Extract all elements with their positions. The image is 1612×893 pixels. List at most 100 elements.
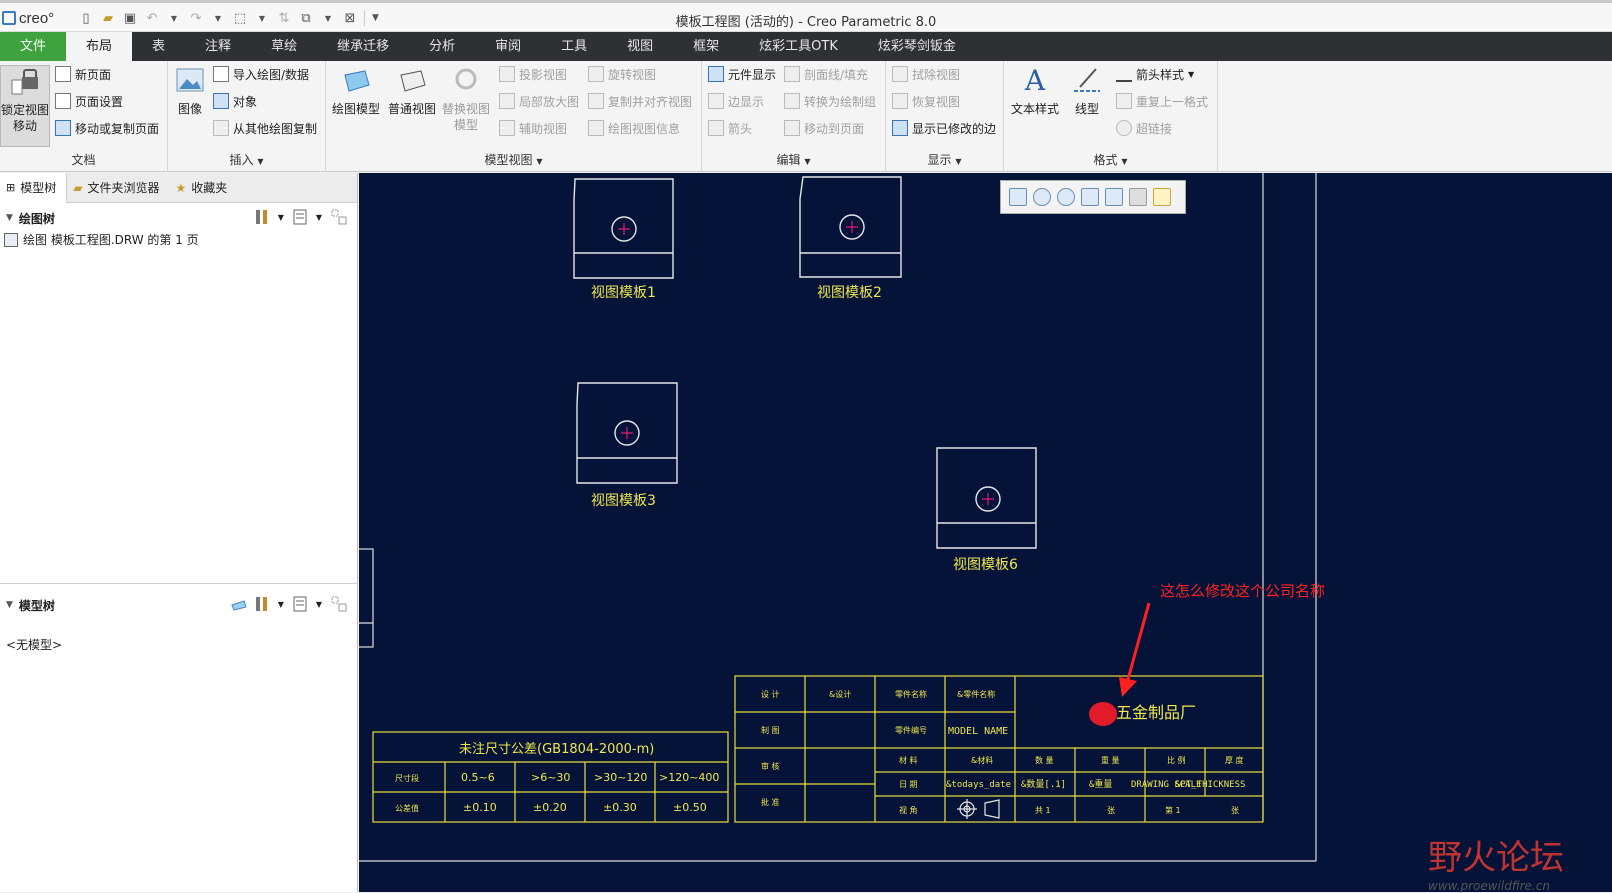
group-insert-label[interactable]: 插入 ▼ (168, 151, 325, 168)
component-display-button[interactable]: 元件显示 (708, 63, 776, 85)
filter-icon[interactable] (330, 208, 347, 226)
model-tree-empty: <无模型> (6, 638, 63, 652)
resume-view-button[interactable]: 恢复视图 (892, 90, 960, 112)
detailed-view-button[interactable]: 局部放大图 (499, 90, 579, 112)
page-setup-icon (55, 93, 71, 109)
tools-dropdown-icon[interactable]: ▼ (278, 213, 284, 222)
display-style-icon[interactable] (1105, 188, 1123, 206)
tab-view[interactable]: 视图 (607, 32, 673, 61)
repaint-icon[interactable] (1081, 188, 1099, 206)
tab-analysis[interactable]: 分析 (409, 32, 475, 61)
tab-review[interactable]: 审阅 (475, 32, 541, 61)
group-edit-label[interactable]: 编辑 ▼ (702, 151, 885, 168)
collapse-arrow-icon[interactable]: ▼ (6, 600, 13, 610)
redaction-mark (1089, 702, 1117, 726)
group-display-label-text: 显示 (927, 153, 952, 167)
general-view-button[interactable]: 普通视图 (386, 65, 438, 117)
edge-display-button[interactable]: 边显示 (708, 90, 764, 112)
ribbon-tab-bar: 文件 布局 表 注释 草绘 继承迁移 分析 审阅 工具 视图 框架 炫彩工具OT… (0, 32, 1612, 61)
settings-icon[interactable] (292, 208, 308, 226)
group-model-views-label[interactable]: 模型视图 ▼ (326, 151, 701, 168)
layer-icon[interactable] (230, 595, 247, 613)
drawing-tree-item[interactable]: 绘图 模板工程图.DRW 的第 1 页 (4, 231, 199, 248)
tab-model-tree[interactable]: ⊞ 模型树 (0, 173, 68, 203)
arrow-style-button[interactable]: 箭头样式 ▼ (1116, 63, 1194, 85)
panel-divider[interactable] (0, 583, 358, 584)
move-to-page-button[interactable]: 移动到页面 (784, 117, 864, 139)
text-style-button[interactable]: A 文本样式 (1008, 65, 1062, 117)
import-drawing-button[interactable]: 导入绘图/数据 (213, 63, 309, 85)
tab-folder-browser[interactable]: ▰ 文件夹浏览器 (67, 173, 169, 203)
detailed-view-label: 局部放大图 (519, 94, 580, 109)
collapse-arrow-icon[interactable]: ▼ (6, 213, 13, 223)
projection-view-button[interactable]: 投影视图 (499, 63, 567, 85)
saved-views-icon[interactable] (1129, 188, 1147, 206)
model-tree-header[interactable]: ▼ 模型树 ▼ ▼ (0, 592, 358, 618)
tb-part-no: 零件编号 (895, 725, 927, 735)
view-template-2[interactable]: 视图模板2 (799, 176, 902, 301)
tab-annotate[interactable]: 注释 (185, 32, 251, 61)
revolved-view-button[interactable]: 旋转视图 (588, 63, 656, 85)
line-style-button[interactable]: 线型 (1064, 65, 1110, 117)
convert-draft-group-button[interactable]: 转换为绘制组 (784, 90, 876, 112)
tab-favorites[interactable]: ★ 收藏夹 (169, 173, 237, 203)
tab-framework[interactable]: 框架 (673, 32, 739, 61)
tab-table[interactable]: 表 (132, 32, 185, 61)
settings-icon[interactable] (292, 595, 308, 613)
refit-icon[interactable] (1009, 188, 1027, 206)
group-format-label[interactable]: 格式 ▼ (1004, 151, 1217, 168)
new-page-button[interactable]: 新页面 (55, 63, 111, 85)
view-template-6[interactable]: 视图模板6 (936, 447, 1037, 573)
tab-legacy-migration[interactable]: 继承迁移 (317, 32, 409, 61)
general-view-icon (395, 65, 429, 97)
view-label-3: 视图模板3 (591, 493, 656, 509)
page-setup-button[interactable]: 页面设置 (55, 90, 123, 112)
tools-icon[interactable] (254, 595, 270, 613)
drawing-view-info-button[interactable]: 绘图视图信息 (588, 117, 680, 139)
erase-view-button[interactable]: 拭除视图 (892, 63, 960, 85)
replace-view-model-button[interactable]: 替换视图 模型 (440, 65, 492, 133)
tools-icon[interactable] (254, 208, 270, 226)
center-mark (618, 223, 630, 235)
show-modified-edges-button[interactable]: 显示已修改的边 (892, 117, 996, 139)
tools-dropdown-icon[interactable]: ▼ (278, 600, 284, 609)
hyperlink-button[interactable]: 超链接 (1116, 117, 1172, 139)
arrows-button[interactable]: 箭头 (708, 117, 752, 139)
view-template-1[interactable]: 视图模板1 (573, 178, 674, 301)
lock-view-button[interactable]: 锁定视图 移动 (0, 65, 50, 147)
zoom-out-icon[interactable] (1057, 188, 1075, 206)
image-button[interactable]: 图像 (172, 65, 208, 117)
tab-sheetmetal-plugin[interactable]: 炫彩琴剑钣金 (858, 32, 976, 61)
move-to-page-label: 移动到页面 (804, 121, 865, 136)
watermark-url: www.proewildfire.cn (1428, 879, 1550, 893)
group-edit-label-text: 编辑 (776, 153, 801, 167)
tab-file[interactable]: 文件 (0, 32, 67, 61)
zoom-in-icon[interactable] (1033, 188, 1051, 206)
copy-align-view-button[interactable]: 复制并对齐视图 (588, 90, 692, 112)
group-display-label[interactable]: 显示 ▼ (886, 151, 1003, 168)
settings-dropdown-icon[interactable]: ▼ (316, 213, 322, 222)
view-info-icon (588, 120, 604, 136)
move-copy-page-button[interactable]: 移动或复制页面 (55, 117, 159, 139)
drawing-tree-header[interactable]: ▼ 绘图树 ▼ ▼ (0, 205, 358, 231)
tab-otk-tools[interactable]: 炫彩工具OTK (739, 32, 858, 61)
tb-material-val: &材料 (971, 755, 993, 765)
auxiliary-view-button[interactable]: 辅助视图 (499, 117, 567, 139)
filter-icon[interactable] (330, 595, 347, 613)
tb-sheet-unit: 张 (1107, 806, 1115, 815)
tab-sketch[interactable]: 草绘 (251, 32, 317, 61)
datum-display-icon[interactable] (1153, 188, 1171, 206)
import-label: 导入绘图/数据 (233, 67, 310, 82)
edge-display-icon (708, 93, 724, 109)
drawing-model-button[interactable]: 绘图模型 (330, 65, 382, 117)
copy-from-drawing-button[interactable]: 从其他绘图复制 (213, 117, 317, 139)
repeat-last-format-button[interactable]: 重复上一格式 (1116, 90, 1208, 112)
tb-date: 日 期 (899, 780, 918, 789)
view-template-3[interactable]: 视图模板3 (576, 382, 678, 509)
object-button[interactable]: 对象 (213, 90, 257, 112)
settings-dropdown-icon[interactable]: ▼ (316, 600, 322, 609)
xsection-hatch-button[interactable]: 剖面线/填充 (784, 63, 868, 85)
tab-layout[interactable]: 布局 (66, 32, 133, 61)
drawing-canvas[interactable]: 视图模板1 视图模板2 视图模板3 视图模板6 未注尺寸公差(GB1804-20… (359, 173, 1612, 892)
tab-tools[interactable]: 工具 (541, 32, 607, 61)
